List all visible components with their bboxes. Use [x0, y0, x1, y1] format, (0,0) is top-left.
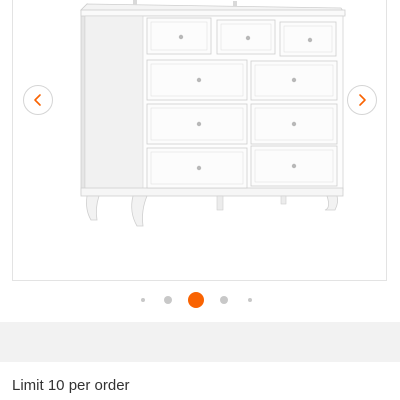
pagination-dot-3[interactable] — [188, 292, 204, 308]
dresser-image[interactable] — [73, 0, 353, 234]
pagination-dot-5[interactable] — [248, 298, 252, 302]
image-gallery — [0, 0, 400, 322]
section-divider — [0, 322, 400, 362]
image-frame — [12, 0, 387, 281]
order-limit-text: Limit 10 per order — [12, 377, 130, 394]
pagination-dot-1[interactable] — [141, 298, 145, 302]
next-image-button[interactable] — [347, 85, 377, 115]
chevron-right-icon — [359, 94, 366, 106]
chevron-left-icon — [34, 94, 41, 106]
image-pagination-dots — [0, 290, 400, 310]
pagination-dot-4[interactable] — [220, 296, 228, 304]
previous-image-button[interactable] — [23, 85, 53, 115]
pagination-dot-2[interactable] — [164, 296, 172, 304]
product-page: Limit 10 per order — [0, 0, 400, 400]
